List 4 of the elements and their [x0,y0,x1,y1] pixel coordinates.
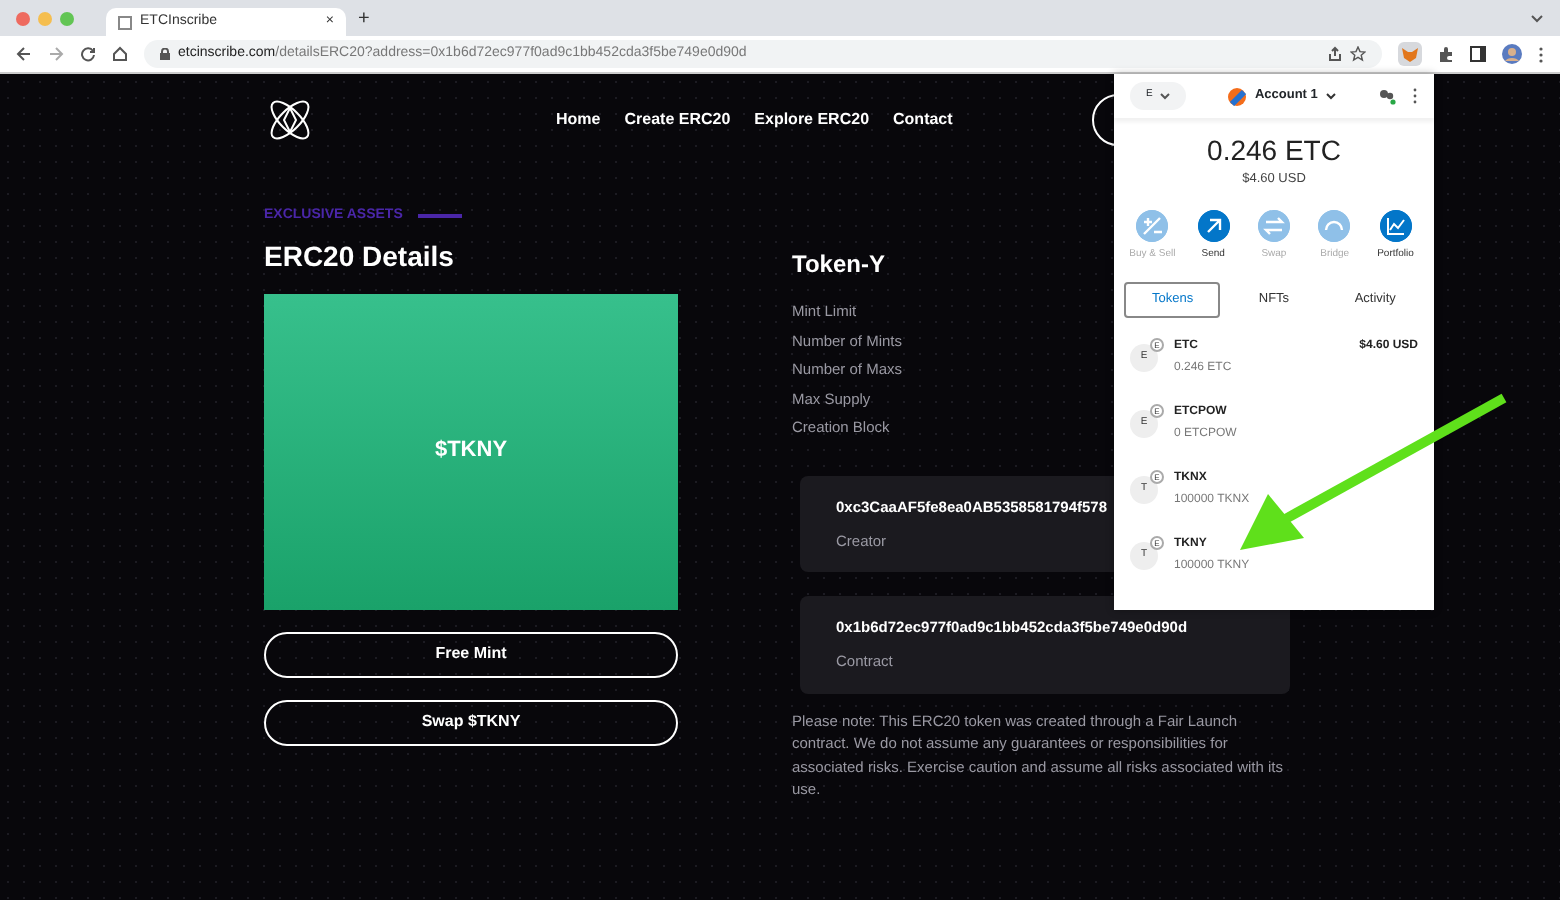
token-symbol: $TKNY [434,436,508,467]
balance-amount: 0.246 ETC [1205,134,1343,166]
token-name: Token-Y [792,248,885,282]
page-heading: ERC20 Details [264,237,456,275]
